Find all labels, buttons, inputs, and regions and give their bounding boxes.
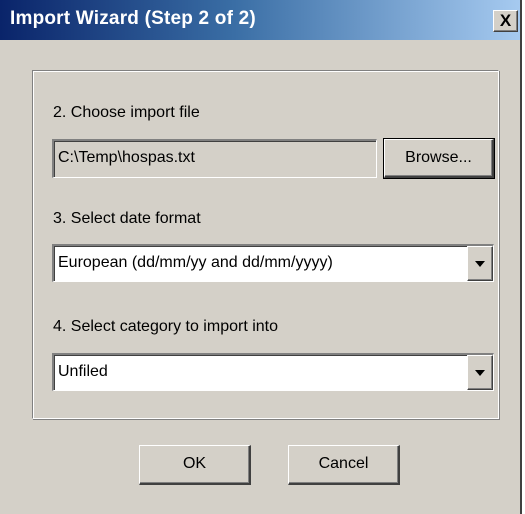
category-value: Unfiled [58, 363, 108, 380]
file-path-field: C:\Temp\hospas.txt [52, 139, 377, 178]
chevron-down-icon [475, 370, 485, 376]
chevron-down-icon [475, 261, 485, 267]
category-label: 4. Select category to import into [53, 318, 278, 335]
import-wizard-dialog: Import Wizard (Step 2 of 2) X 2. Choose … [0, 0, 522, 514]
browse-button[interactable]: Browse... [383, 138, 495, 179]
close-button[interactable]: X [493, 10, 518, 32]
date-format-value: European (dd/mm/yy and dd/mm/yyyy) [58, 254, 333, 271]
ok-button[interactable]: OK [139, 445, 251, 485]
close-icon: X [499, 11, 512, 30]
date-format-select[interactable]: European (dd/mm/yy and dd/mm/yyyy) [52, 244, 494, 282]
date-format-dropdown-button[interactable] [467, 246, 493, 281]
cancel-button[interactable]: Cancel [288, 445, 400, 485]
file-path-value: C:\Temp\hospas.txt [58, 149, 195, 166]
category-select[interactable]: Unfiled [52, 353, 494, 391]
date-format-label: 3. Select date format [53, 210, 201, 227]
choose-file-label: 2. Choose import file [53, 104, 200, 121]
title-bar[interactable]: Import Wizard (Step 2 of 2) X [0, 0, 520, 40]
category-dropdown-button[interactable] [467, 355, 493, 390]
dialog-title: Import Wizard (Step 2 of 2) [10, 8, 256, 29]
